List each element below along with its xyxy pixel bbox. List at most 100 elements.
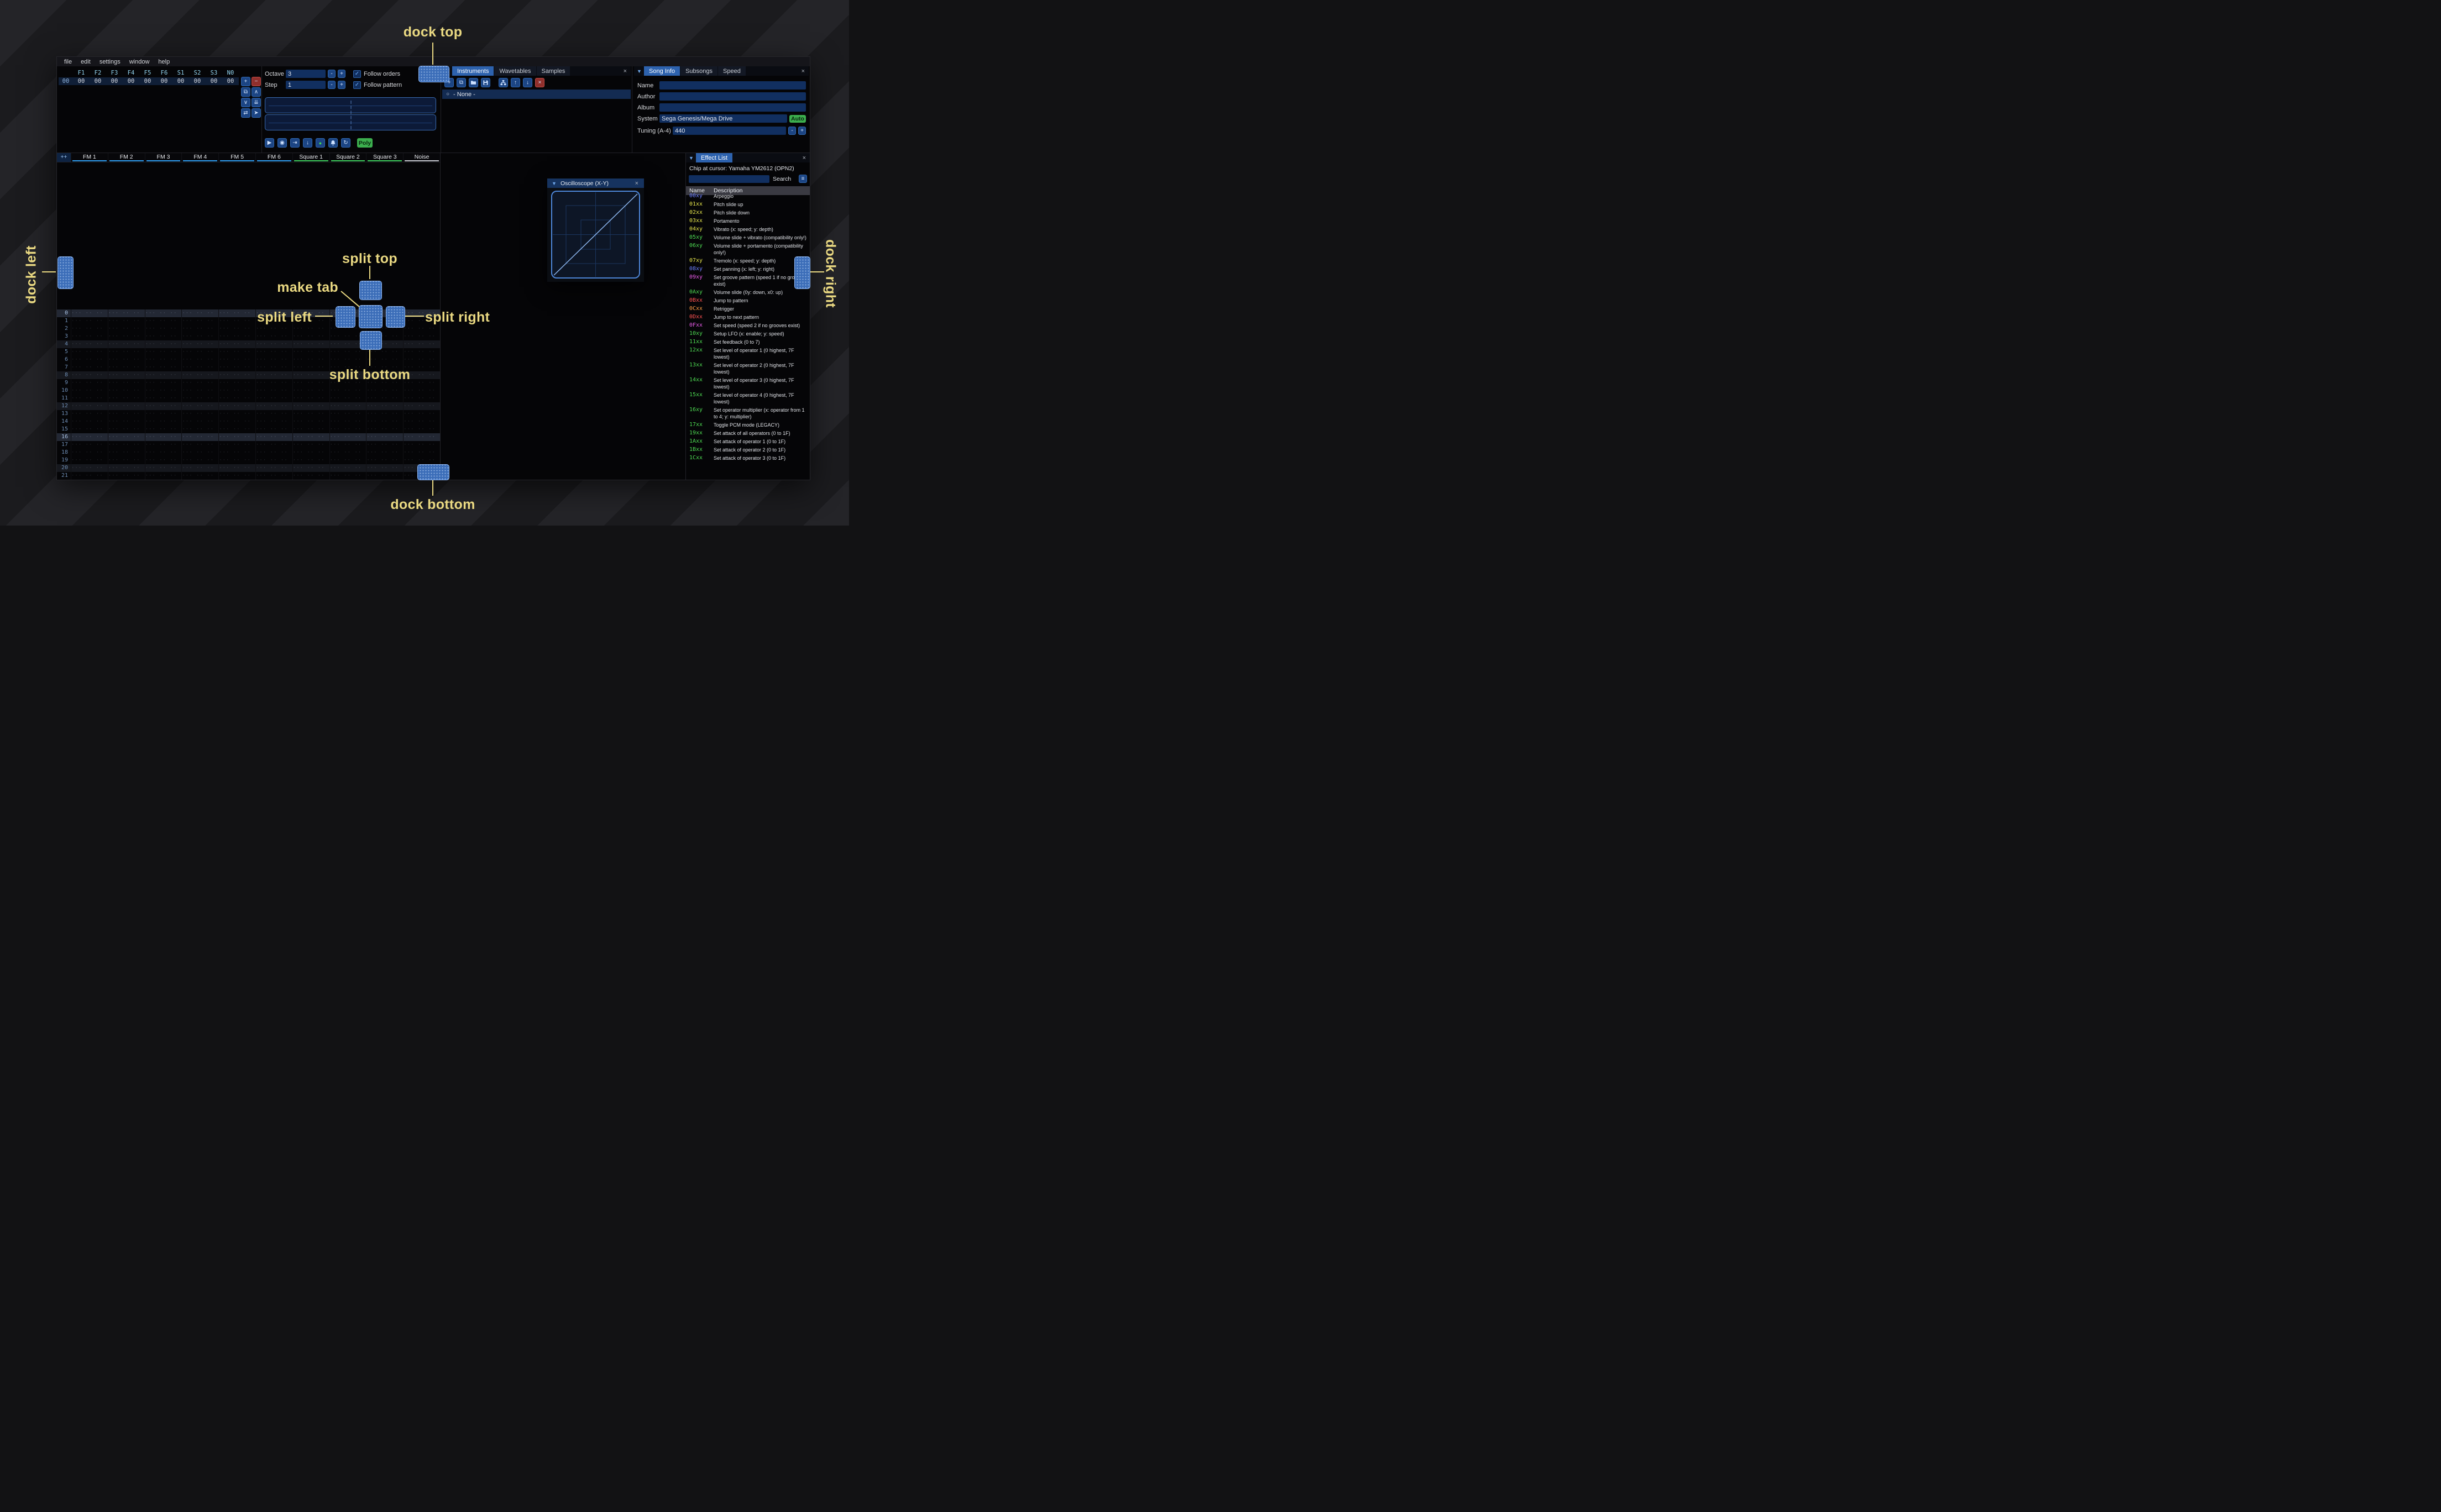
dock-target-left[interactable] — [57, 256, 74, 289]
dock-target-right[interactable] — [794, 256, 810, 289]
pattern-cell[interactable]: ··· ·· ·· ··· — [218, 472, 255, 480]
pattern-cell[interactable]: ··· ·· ·· ··· — [107, 379, 145, 387]
pattern-cell[interactable]: ··· ·· ·· ··· — [329, 464, 366, 472]
menu-settings[interactable]: settings — [95, 58, 125, 66]
pattern-cell[interactable]: ··· ·· ·· ··· — [181, 456, 218, 464]
pattern-cell[interactable]: ··· ·· ·· ··· — [255, 418, 292, 426]
order-pattern-cell[interactable]: 00 — [206, 77, 222, 85]
pattern-cell[interactable]: ··· ·· ·· ··· — [71, 464, 108, 472]
pattern-cell[interactable]: ··· ·· ·· ··· — [255, 340, 292, 348]
pattern-cell[interactable]: ··· ·· ·· ··· — [329, 426, 366, 433]
pattern-cell[interactable]: ··· ·· ·· ··· — [218, 441, 255, 449]
pattern-cell[interactable]: ··· ·· ·· ··· — [144, 333, 181, 340]
close-panel-icon[interactable]: × — [799, 68, 807, 75]
pattern-cell[interactable]: ··· ·· ·· ··· — [403, 449, 440, 456]
pattern-cell[interactable]: ··· ·· ·· ··· — [144, 348, 181, 356]
pattern-cell[interactable]: ··· ·· ·· ··· — [107, 348, 145, 356]
menu-window[interactable]: window — [125, 58, 154, 66]
pattern-cell[interactable]: ··· ·· ·· ··· — [71, 410, 108, 418]
pattern-cell[interactable]: ··· ·· ·· ··· — [107, 426, 145, 433]
pattern-cell[interactable]: ··· ·· ·· ··· — [107, 333, 145, 340]
pattern-cell[interactable]: ··· ·· ·· ··· — [144, 371, 181, 379]
order-pattern-cell[interactable]: 00 — [123, 77, 139, 85]
effect-list-menu-button[interactable]: ≡ — [799, 175, 807, 183]
pattern-cell[interactable]: ··· ·· ·· ··· — [403, 410, 440, 418]
pattern-cell[interactable]: ··· ·· ·· ··· — [329, 449, 366, 456]
save-instrument-button[interactable] — [481, 78, 490, 87]
pattern-cell[interactable]: ··· ·· ·· ··· — [181, 379, 218, 387]
pattern-cell[interactable]: ··· ·· ·· ··· — [218, 426, 255, 433]
pattern-cell[interactable]: ··· ·· ·· ··· — [71, 472, 108, 480]
pattern-cell[interactable]: ··· ·· ·· ··· — [403, 418, 440, 426]
menu-edit[interactable]: edit — [76, 58, 95, 66]
channel-header-noise[interactable]: Noise — [403, 153, 440, 162]
pattern-cell[interactable]: ··· ·· ·· ··· — [366, 395, 403, 402]
pattern-cell[interactable]: ··· ·· ·· ··· — [181, 387, 218, 395]
pattern-cell[interactable]: ··· ·· ·· ··· — [329, 387, 366, 395]
change-all-orders-button[interactable]: ⇄ — [241, 108, 250, 118]
channel-header-square-1[interactable]: Square 1 — [292, 153, 329, 162]
octave-decrease-button[interactable]: - — [328, 70, 336, 78]
pattern-cell[interactable]: ··· ·· ·· ··· — [329, 356, 366, 364]
pattern-cell[interactable]: ··· ·· ·· ··· — [292, 418, 329, 426]
pattern-cell[interactable]: ··· ·· ·· ··· — [144, 364, 181, 371]
add-order-button[interactable]: + — [241, 77, 250, 86]
instrument-list-item[interactable]: ○ - None - — [442, 90, 631, 99]
split-target-top[interactable] — [359, 281, 382, 300]
pattern-cell[interactable]: ··· ·· ·· ··· — [181, 418, 218, 426]
channel-header-fm-6[interactable]: FM 6 — [255, 153, 292, 162]
dock-target-bottom[interactable] — [417, 464, 449, 480]
order-pattern-cell[interactable]: 00 — [172, 77, 189, 85]
pattern-cell[interactable]: ··· ·· ·· ··· — [144, 340, 181, 348]
pattern-cell[interactable]: ··· ·· ·· ··· — [107, 456, 145, 464]
pattern-cell[interactable]: ··· ·· ·· ··· — [107, 410, 145, 418]
toggle-folders-button[interactable] — [499, 78, 508, 87]
edit-record-toggle[interactable]: ● — [316, 138, 325, 148]
pattern-cell[interactable]: ··· ·· ·· ··· — [329, 418, 366, 426]
pattern-cell[interactable]: ··· ·· ·· ··· — [403, 387, 440, 395]
pattern-cell[interactable]: ··· ·· ·· ··· — [255, 364, 292, 371]
menu-file[interactable]: file — [60, 58, 76, 66]
pattern-cell[interactable]: ··· ·· ·· ··· — [181, 433, 218, 441]
follow-pattern-checkbox[interactable]: ✓ — [353, 81, 361, 89]
pattern-cell[interactable]: ··· ·· ·· ··· — [329, 456, 366, 464]
pattern-cell[interactable]: ··· ·· ·· ··· — [144, 309, 181, 317]
pattern-cell[interactable]: ··· ·· ·· ··· — [144, 356, 181, 364]
pattern-cell[interactable]: ··· ·· ·· ··· — [71, 433, 108, 441]
pattern-cell[interactable]: ··· ·· ·· ··· — [218, 418, 255, 426]
pattern-cell[interactable]: ··· ·· ·· ··· — [107, 464, 145, 472]
pattern-cell[interactable]: ··· ·· ·· ··· — [366, 433, 403, 441]
pattern-cell[interactable]: ··· ·· ·· ··· — [218, 356, 255, 364]
pattern-cell[interactable]: ··· ·· ·· ··· — [71, 371, 108, 379]
pattern-cell[interactable]: ··· ·· ·· ··· — [366, 441, 403, 449]
pattern-cell[interactable]: ··· ·· ·· ··· — [255, 395, 292, 402]
pattern-cell[interactable]: ··· ·· ·· ··· — [292, 395, 329, 402]
tab-effect-list[interactable]: Effect List — [696, 153, 733, 162]
pattern-cell[interactable]: ··· ·· ·· ··· — [107, 418, 145, 426]
pattern-cell[interactable]: ··· ·· ·· ··· — [218, 371, 255, 379]
pattern-cell[interactable]: ··· ·· ·· ··· — [107, 325, 145, 333]
play-button[interactable]: ▶ — [265, 138, 274, 148]
order-pattern-cell[interactable]: 00 — [189, 77, 206, 85]
pattern-cell[interactable]: ··· ·· ·· ··· — [366, 426, 403, 433]
channel-header-square-2[interactable]: Square 2 — [329, 153, 366, 162]
pattern-cell[interactable]: ··· ·· ·· ··· — [292, 402, 329, 410]
pattern-cell[interactable]: ··· ·· ·· ··· — [292, 441, 329, 449]
pattern-cell[interactable]: ··· ·· ·· ··· — [107, 371, 145, 379]
pattern-cell[interactable]: ··· ·· ·· ··· — [292, 340, 329, 348]
pattern-cell[interactable]: ··· ·· ·· ··· — [366, 356, 403, 364]
close-panel-icon[interactable]: × — [621, 68, 629, 75]
pattern-cell[interactable]: ··· ·· ·· ··· — [403, 402, 440, 410]
pattern-cell[interactable]: ··· ·· ·· ··· — [329, 433, 366, 441]
remove-order-button[interactable]: − — [252, 77, 261, 86]
collapse-panel-icon[interactable]: ▼ — [688, 155, 695, 161]
tab-wavetables[interactable]: Wavetables — [494, 66, 536, 76]
step-decrease-button[interactable]: - — [328, 81, 336, 89]
pattern-cell[interactable]: ··· ·· ·· ··· — [71, 456, 108, 464]
pattern-cell[interactable]: ··· ·· ·· ··· — [255, 356, 292, 364]
pattern-cell[interactable]: ··· ·· ·· ··· — [403, 395, 440, 402]
pattern-cell[interactable]: ··· ·· ·· ··· — [71, 333, 108, 340]
pattern-cell[interactable]: ··· ·· ·· ··· — [366, 402, 403, 410]
pattern-cell[interactable]: ··· ·· ·· ··· — [218, 449, 255, 456]
pattern-cell[interactable]: ··· ·· ·· ··· — [329, 441, 366, 449]
